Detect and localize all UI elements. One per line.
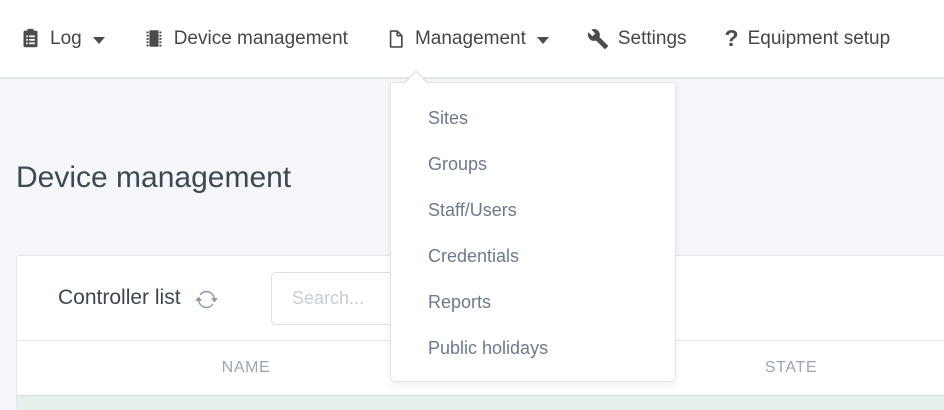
nav-item-device-management[interactable]: Device management: [143, 26, 348, 51]
page-title: Device management: [16, 161, 291, 195]
nav-item-management-label: Management: [415, 28, 526, 50]
clipboard-icon: [20, 26, 41, 51]
nav-item-device-management-label: Device management: [174, 28, 348, 50]
nav-item-equipment-setup[interactable]: ? Equipment setup: [725, 25, 891, 52]
menu-item-groups[interactable]: Groups: [391, 141, 675, 187]
nav-item-settings[interactable]: Settings: [587, 28, 687, 50]
caret-down-icon: [93, 37, 105, 44]
column-header-state[interactable]: STATE: [765, 359, 817, 377]
nav-item-log[interactable]: Log: [20, 26, 105, 51]
menu-item-public-holidays[interactable]: Public holidays: [391, 325, 675, 371]
menu-item-staff-users[interactable]: Staff/Users: [391, 187, 675, 233]
menu-item-credentials[interactable]: Credentials: [391, 233, 675, 279]
table-row[interactable]: [17, 395, 944, 410]
chip-icon: [143, 26, 165, 51]
wrench-icon: [587, 28, 609, 50]
document-icon: [386, 27, 406, 51]
nav-item-management[interactable]: Management: [386, 27, 549, 51]
nav-item-log-label: Log: [50, 28, 82, 50]
question-icon: ?: [725, 25, 739, 52]
caret-down-icon: [537, 37, 549, 44]
panel-title: Controller list: [58, 286, 181, 310]
nav-item-settings-label: Settings: [618, 28, 687, 50]
menu-item-reports[interactable]: Reports: [391, 279, 675, 325]
refresh-icon[interactable]: [195, 288, 218, 311]
app-window: { "nav": { "items": [ { "label": "Log", …: [0, 0, 944, 409]
menu-item-sites[interactable]: Sites: [391, 95, 675, 141]
column-header-name[interactable]: NAME: [222, 359, 271, 377]
management-dropdown-menu: Sites Groups Staff/Users Credentials Rep…: [390, 82, 676, 382]
nav-item-equipment-setup-label: Equipment setup: [748, 28, 891, 50]
top-navbar: Log Device management: [0, 0, 944, 79]
